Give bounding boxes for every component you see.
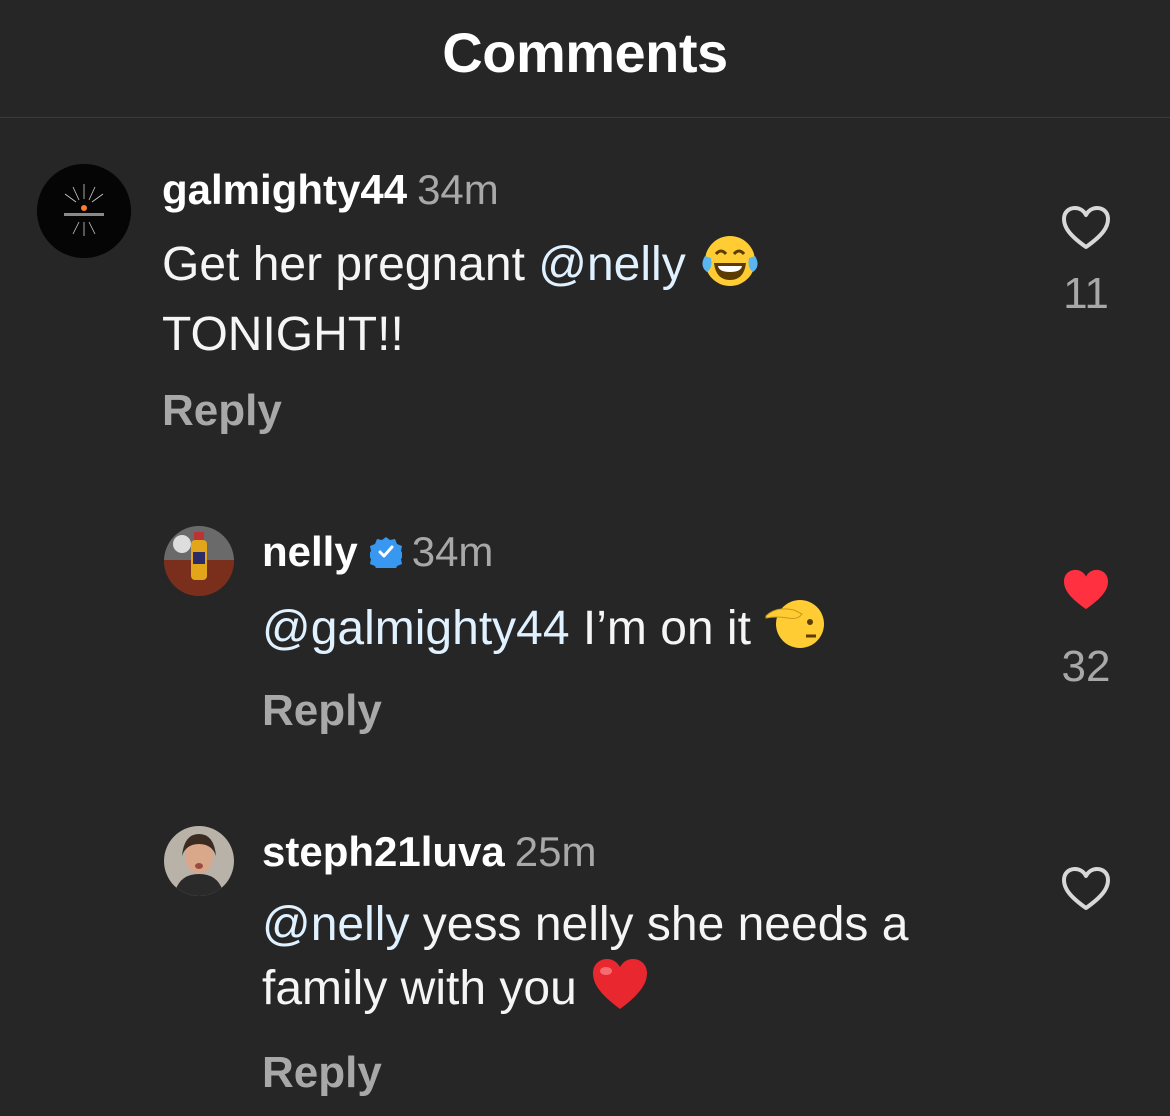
avatar[interactable] <box>164 526 234 596</box>
heart-outline-icon <box>1062 206 1110 249</box>
reply-button[interactable]: Reply <box>262 686 382 736</box>
mention-link[interactable]: @nelly <box>262 898 409 951</box>
username[interactable]: nelly <box>262 528 358 575</box>
comment-meta: nelly 34m <box>262 528 493 576</box>
comment-text-part: yess nelly she needs a <box>409 898 909 951</box>
like-button[interactable]: 32 <box>1046 568 1126 692</box>
like-button[interactable] <box>1046 866 1126 912</box>
username[interactable]: galmighty44 <box>162 166 407 213</box>
timestamp: 34m <box>417 166 499 213</box>
comment-text: Get her pregnant @nelly TONIGHT!! <box>162 232 761 366</box>
username[interactable]: steph21luva <box>262 828 505 875</box>
heart-outline-icon <box>1062 867 1110 910</box>
comment-text-line2: family with you <box>262 962 591 1015</box>
comments-header: Comments <box>0 0 1170 118</box>
reply-button[interactable]: Reply <box>262 1048 382 1098</box>
timestamp: 25m <box>514 828 597 875</box>
comment-text: @galmighty44 I’m on it <box>262 594 828 668</box>
mention-link[interactable]: @galmighty44 <box>262 602 570 655</box>
like-count: 32 <box>1061 642 1111 691</box>
comment-text-part: Get her pregnant <box>162 238 539 291</box>
like-button[interactable]: 11 <box>1046 205 1126 319</box>
comment-meta: galmighty44 34m <box>162 166 499 214</box>
avatar[interactable] <box>164 826 234 896</box>
timestamp: 34m <box>411 528 494 575</box>
like-count: 11 <box>1063 269 1109 318</box>
face-with-tears-of-joy-icon <box>699 232 761 304</box>
comment-text-line2: TONIGHT!! <box>162 308 404 361</box>
heart-filled-icon <box>1064 569 1108 610</box>
avatar[interactable] <box>37 164 131 258</box>
verified-badge-icon <box>369 537 402 568</box>
saluting-face-icon <box>764 594 828 668</box>
red-heart-icon <box>590 956 650 1028</box>
mention-link[interactable]: @nelly <box>538 238 685 291</box>
comments-sheet: Comments galmighty44 34m Get her pregnan… <box>0 0 1170 1116</box>
reply-button[interactable]: Reply <box>162 386 282 436</box>
comment-text-part: I’m on it <box>569 602 765 655</box>
comment-meta: steph21luva 25m <box>262 828 596 876</box>
comment-text: @nelly yess nelly she needs a family wit… <box>262 894 908 1028</box>
page-title: Comments <box>442 21 728 84</box>
